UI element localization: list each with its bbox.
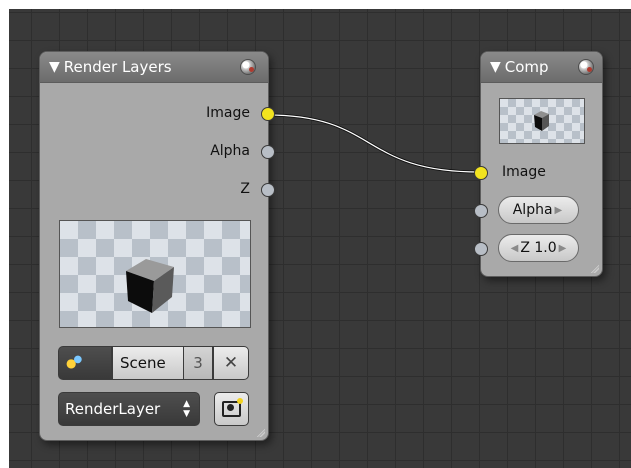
preview-sphere-icon[interactable] — [240, 59, 256, 75]
composite-header[interactable]: ▼ Comp — [481, 52, 602, 83]
output-alpha-socket[interactable] — [261, 145, 275, 159]
z-value-field[interactable]: ◀ Z 1.0 ▶ — [498, 234, 579, 262]
input-image-socket[interactable] — [474, 166, 488, 180]
render-layer-select[interactable]: RenderLayer ▲ ▼ — [58, 392, 200, 426]
scene-unlink-button[interactable]: ✕ — [213, 346, 249, 380]
input-z-socket[interactable] — [474, 242, 488, 256]
composite-node[interactable]: ▼ Comp Image Alpha ▶ ◀ Z 1.0 ▶ — [474, 51, 603, 277]
scene-user-count-text: 3 — [193, 354, 203, 372]
render-preview-image — [59, 220, 251, 328]
preview-sphere-icon[interactable] — [578, 59, 594, 75]
output-z-label: Z — [240, 181, 250, 197]
alpha-value-text: Alpha — [512, 202, 553, 218]
input-image-label: Image — [502, 164, 546, 180]
scene-name-field[interactable]: Scene — [112, 346, 184, 380]
input-alpha-socket[interactable] — [474, 204, 488, 218]
output-image-label: Image — [206, 105, 250, 121]
scene-user-count[interactable]: 3 — [183, 346, 213, 380]
cube-preview-icon — [126, 259, 174, 313]
output-alpha: Alpha — [210, 141, 268, 161]
alpha-value-field[interactable]: Alpha ▶ — [498, 196, 579, 224]
collapse-triangle-icon[interactable]: ▼ — [490, 59, 501, 75]
increment-arrow-icon[interactable]: ▶ — [559, 243, 567, 254]
z-value-text: Z 1.0 — [520, 240, 557, 256]
decrement-arrow-icon[interactable]: ◀ — [511, 243, 519, 254]
collapse-triangle-icon[interactable]: ▼ — [49, 59, 60, 75]
up-down-arrows-icon: ▲ ▼ — [183, 399, 190, 419]
unlink-x-icon: ✕ — [223, 353, 239, 373]
output-image: Image — [206, 103, 268, 123]
increment-arrow-icon[interactable]: ▶ — [555, 205, 563, 216]
camera-render-icon — [222, 398, 243, 417]
render-layers-header[interactable]: ▼ Render Layers — [40, 52, 268, 83]
render-layers-node[interactable]: ▼ Render Layers Image Alpha Z ● ● Scene … — [39, 51, 275, 441]
node-editor-canvas[interactable]: ▼ Render Layers Image Alpha Z ● ● Scene … — [9, 9, 631, 468]
resize-grip-icon[interactable] — [591, 265, 599, 273]
scene-name: Scene — [120, 354, 166, 372]
scene-browse-button[interactable]: ● ● — [58, 346, 112, 380]
cube-preview-icon — [534, 111, 549, 131]
scene-icon-secondary: ● — [73, 353, 83, 365]
render-layer-value: RenderLayer — [65, 400, 161, 418]
output-alpha-label: Alpha — [210, 143, 250, 159]
resize-grip-icon[interactable] — [257, 429, 265, 437]
output-z-socket[interactable] — [261, 183, 275, 197]
composite-preview-image — [499, 98, 585, 144]
output-image-socket[interactable] — [261, 107, 275, 121]
node-title: Comp — [504, 58, 549, 76]
render-button[interactable] — [214, 392, 249, 426]
node-title: Render Layers — [63, 58, 172, 76]
